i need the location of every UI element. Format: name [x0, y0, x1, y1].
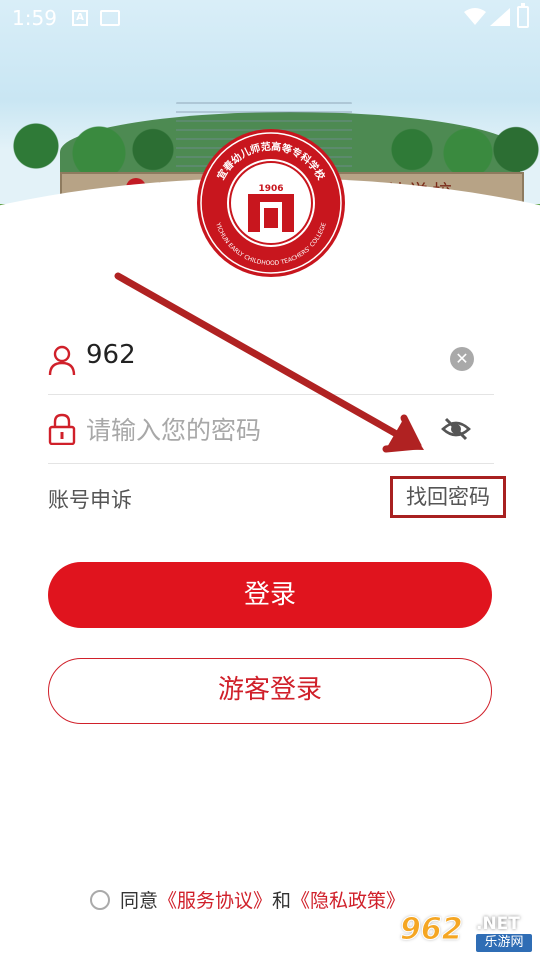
agree-text: 同意	[120, 890, 159, 912]
wifi-icon	[464, 8, 486, 25]
forgot-password-link[interactable]: 找回密码	[390, 476, 506, 518]
status-time: 1:59	[12, 6, 57, 30]
password-field[interactable]: 请输入您的密码	[48, 395, 494, 464]
username-field[interactable]: 962 ✕	[48, 326, 494, 395]
watermark-name: 乐游网	[476, 934, 532, 952]
status-bar: 1:59 A	[0, 0, 540, 36]
svg-text:1906: 1906	[258, 184, 283, 194]
lock-icon	[48, 413, 76, 445]
eye-hidden-icon[interactable]	[440, 413, 472, 445]
user-icon	[48, 345, 76, 376]
signal-icon	[490, 8, 510, 26]
privacy-policy-link[interactable]: 《隐私政策》	[291, 890, 405, 912]
agree-radio[interactable]	[90, 890, 110, 910]
site-watermark: 962 .NET 乐游网	[400, 912, 536, 956]
guest-login-button[interactable]: 游客登录	[48, 658, 492, 724]
clear-icon[interactable]: ✕	[450, 347, 474, 371]
password-placeholder[interactable]: 请输入您的密码	[86, 411, 261, 447]
and-text: 和	[272, 890, 292, 912]
school-emblem-logo: 宜春幼儿师范高等专科学校 YICHUN EARLY CHILDHOOD TEAC…	[197, 129, 345, 277]
agreement-row: 同意《服务协议》和《隐私政策》	[90, 886, 405, 913]
service-agreement-link[interactable]: 《服务协议》	[158, 890, 272, 912]
a-notification-icon: A	[72, 10, 88, 26]
watermark-suffix: .NET	[476, 914, 520, 934]
username-value[interactable]: 962	[86, 340, 136, 370]
account-appeal-link[interactable]: 账号申诉	[48, 484, 132, 514]
keyboard-icon	[100, 10, 120, 26]
battery-icon	[517, 3, 529, 28]
watermark-number: 962	[400, 912, 464, 948]
login-button[interactable]: 登录	[48, 562, 492, 628]
